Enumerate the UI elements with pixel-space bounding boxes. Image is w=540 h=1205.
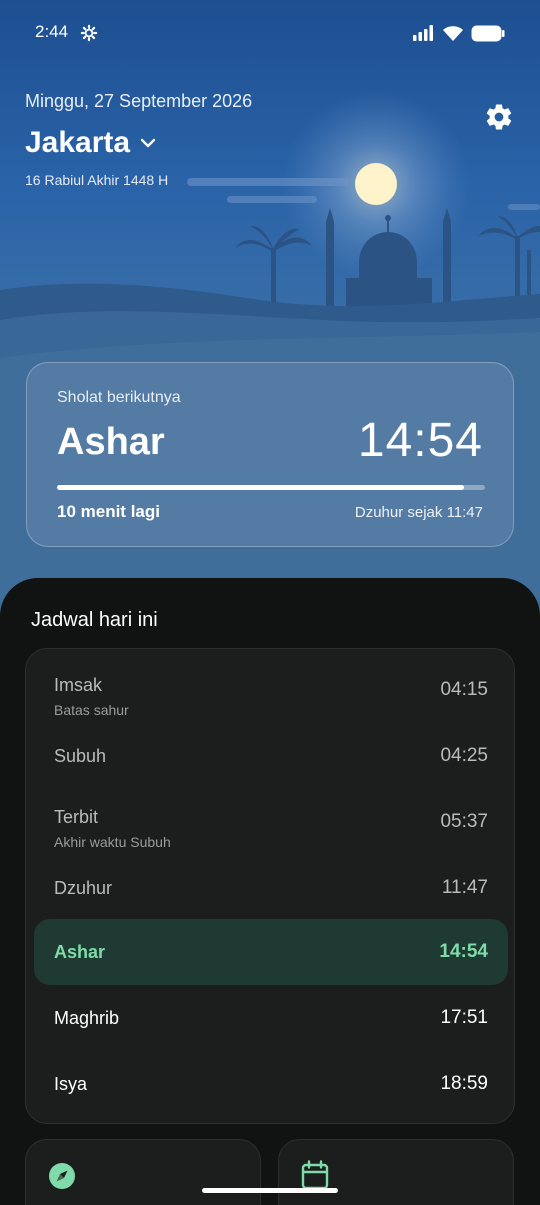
sun-icon xyxy=(355,163,397,205)
next-prayer-time: 14:54 xyxy=(357,414,483,467)
prayer-row-dzuhur[interactable]: Dzuhur 11:47 xyxy=(34,855,508,921)
hijri-date: 16 Rabiul Akhir 1448 H xyxy=(25,172,169,188)
prayer-name: Maghrib xyxy=(54,1008,120,1028)
prayer-time: 17:51 xyxy=(440,1007,488,1028)
prayer-time: 18:59 xyxy=(440,1073,488,1094)
prayer-schedule-list: Imsak Batas sahur 04:15 Subuh 04:25 Terbit Akh… xyxy=(25,648,515,1124)
settings-gear-icon[interactable] xyxy=(484,102,514,132)
gregorian-date: Minggu, 27 September 2026 xyxy=(25,91,253,111)
schedule-title: Jadwal hari ini xyxy=(31,609,158,631)
prayer-time: 14:54 xyxy=(439,941,488,962)
compass-icon xyxy=(49,1163,75,1189)
prayer-time: 11:47 xyxy=(441,877,488,898)
status-bar: 2:44 xyxy=(0,0,540,66)
prayer-name: Subuh xyxy=(54,746,107,766)
chevron-down-icon xyxy=(140,138,156,148)
prayer-row-maghrib[interactable]: Maghrib 17:51 xyxy=(34,985,508,1051)
schedule-sheet: Jadwal hari ini Imsak Batas sahur 04:15 Sub… xyxy=(0,578,540,1205)
next-prayer-label: Sholat berikutnya xyxy=(57,389,181,406)
prayer-row-subuh[interactable]: Subuh 04:25 xyxy=(34,723,508,789)
prayer-progress-fill xyxy=(57,485,464,490)
calendar-icon xyxy=(301,1160,329,1190)
qibla-compass-card[interactable] xyxy=(25,1139,261,1205)
next-prayer-card: Sholat berikutnya Ashar 14:54 10 menit l… xyxy=(26,362,514,547)
signal-icon xyxy=(413,25,433,41)
prayer-subtitle: Batas sahur xyxy=(54,702,129,718)
prayer-name: Dzuhur xyxy=(54,878,113,898)
prayer-name: Ashar xyxy=(54,942,106,962)
city-name: Jakarta xyxy=(25,126,131,159)
prayer-name: Imsak xyxy=(54,675,103,695)
status-icons xyxy=(413,24,505,42)
prayer-row-imsak[interactable]: Imsak Batas sahur 04:15 xyxy=(34,657,508,723)
battery-icon xyxy=(471,25,505,41)
prayer-time: 04:25 xyxy=(440,745,488,766)
previous-prayer-since: Dzuhur sejak 11:47 xyxy=(354,504,483,521)
home-indicator[interactable] xyxy=(202,1188,338,1193)
prayer-progress-bar xyxy=(57,485,485,490)
hero-banner: 2:44 Minggu, 27 September 2026 Jakarta 1… xyxy=(0,0,540,620)
prayer-name: Terbit xyxy=(54,807,99,827)
next-prayer-name: Ashar xyxy=(57,421,165,463)
prayer-row-terbit[interactable]: Terbit Akhir waktu Subuh 05:37 xyxy=(34,789,508,855)
prayer-row-ashar[interactable]: Ashar 14:54 xyxy=(34,919,508,985)
time-remaining: 10 menit lagi xyxy=(57,502,160,521)
prayer-time: 05:37 xyxy=(440,811,488,832)
prayer-row-isya[interactable]: Isya 18:59 xyxy=(34,1051,508,1117)
wifi-icon xyxy=(443,25,463,41)
settings-gear-icon xyxy=(80,24,98,42)
city-selector[interactable]: Jakarta xyxy=(25,126,156,160)
prayer-name: Isya xyxy=(54,1074,88,1094)
status-time: 2:44 xyxy=(35,22,69,41)
calendar-card[interactable] xyxy=(278,1139,514,1205)
prayer-subtitle: Akhir waktu Subuh xyxy=(54,834,171,850)
prayer-time: 04:15 xyxy=(440,679,488,700)
